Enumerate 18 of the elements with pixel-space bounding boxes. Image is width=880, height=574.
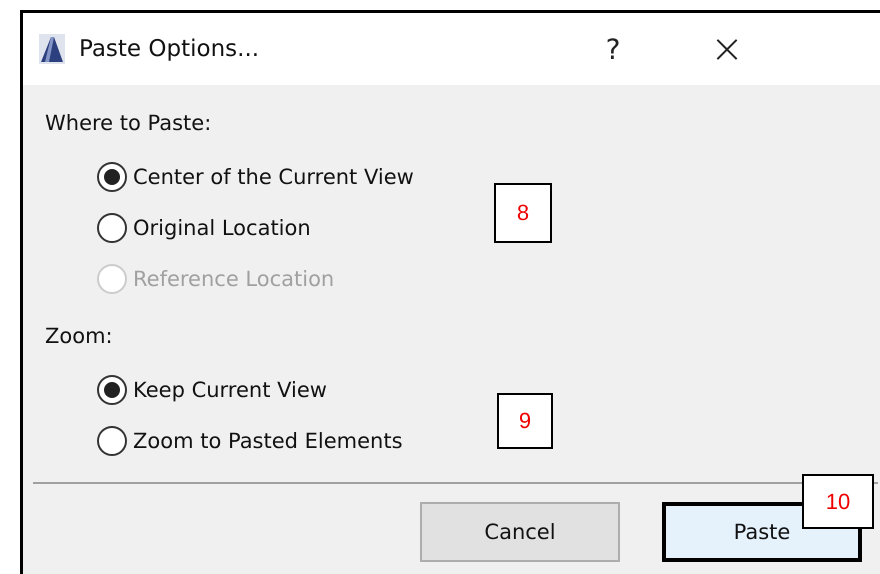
close-button[interactable]: ×: [707, 26, 747, 72]
dialog-button[interactable]: Cancel: [420, 502, 620, 562]
radio-button[interactable]: [97, 162, 127, 192]
radio-button[interactable]: [97, 374, 127, 404]
help-button[interactable]: ?: [593, 32, 633, 66]
app-logo-icon: [39, 34, 65, 64]
radio-option[interactable]: Original Location: [97, 210, 311, 245]
radio-option[interactable]: Center of the Current View: [97, 159, 414, 194]
radio-button[interactable]: [97, 426, 127, 456]
number-callout-tooltip: 10: [802, 474, 874, 529]
section-heading: Where to Paste:: [45, 111, 212, 135]
radio-button[interactable]: [97, 212, 127, 242]
number-callout-tooltip: 8: [494, 183, 552, 243]
radio-option[interactable]: Keep Current View: [97, 372, 327, 407]
window-title: Paste Options...: [79, 36, 260, 62]
number-callout-tooltip: 9: [497, 393, 553, 449]
section-heading: Zoom:: [45, 324, 113, 348]
radio-option[interactable]: Zoom to Pasted Elements: [97, 423, 403, 458]
